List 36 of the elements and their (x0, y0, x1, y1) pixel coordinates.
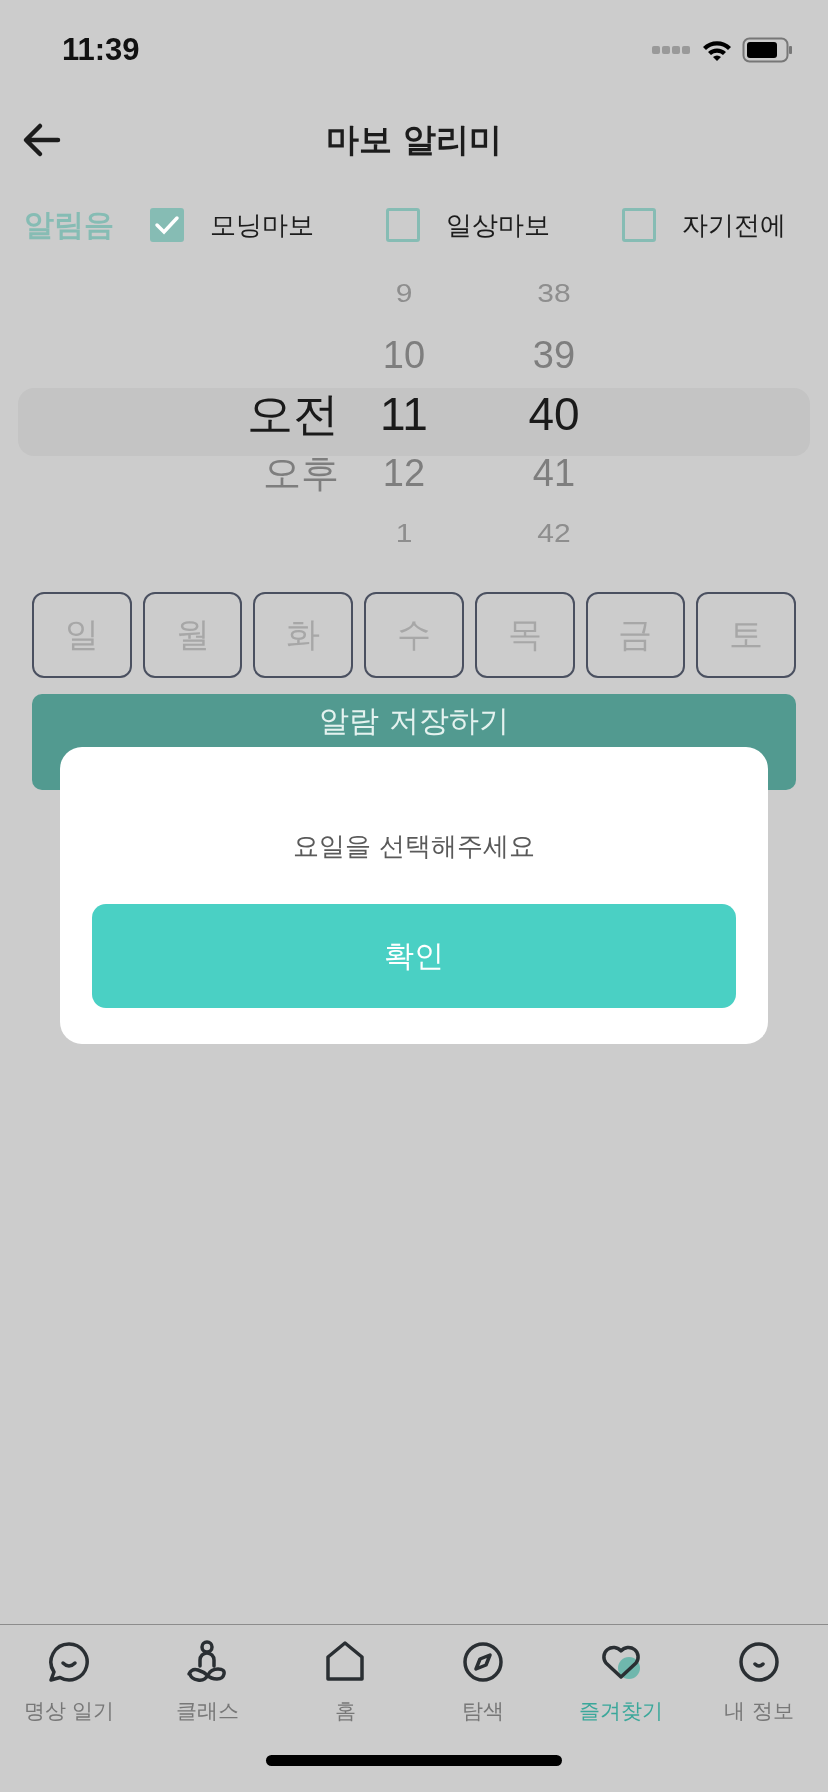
tab-item[interactable]: 즐겨찾기 (552, 1625, 690, 1735)
option-label: 자기전에 (682, 208, 786, 242)
signal-icon (652, 45, 692, 55)
picker-item[interactable]: 41 (532, 443, 576, 503)
tab-item[interactable]: 탐색 (414, 1625, 552, 1735)
picker-item[interactable]: 10 (382, 325, 426, 385)
compass-icon (460, 1639, 506, 1685)
picker-item[interactable]: 9 (395, 267, 413, 321)
option-label: 모닝마보 (210, 208, 314, 242)
picker-item[interactable]: 40 (528, 385, 580, 443)
tab-item[interactable]: 홈 (276, 1625, 414, 1735)
alarm-sound-label: 알림음 (24, 205, 114, 244)
picker-item[interactable]: 38 (537, 267, 571, 321)
tab-item[interactable]: 명상 일기 (0, 1625, 138, 1735)
picker-item[interactable]: 1 (395, 507, 413, 561)
option-label: 일상마보 (446, 208, 550, 242)
page-title: 마보 알리미 (325, 118, 503, 161)
picker-item[interactable]: 12 (382, 443, 426, 503)
dialog-message: 요일을 선택해주세요 (292, 830, 536, 863)
picker-item[interactable]: 11 (380, 385, 428, 443)
checkbox[interactable] (622, 208, 656, 242)
picker-item[interactable]: 오후 (263, 443, 339, 503)
chat-bubble-icon (46, 1639, 92, 1685)
smiley-icon (736, 1639, 782, 1685)
checkbox[interactable] (150, 208, 184, 242)
tab-item[interactable]: 클래스 (138, 1625, 276, 1735)
tab-item[interactable]: 내 정보 (690, 1625, 828, 1735)
checkbox[interactable] (386, 208, 420, 242)
picker-item[interactable]: 오전 (247, 385, 339, 443)
picker-item[interactable]: 39 (532, 325, 576, 385)
picker-item[interactable]: 42 (537, 507, 571, 561)
status-time: 11:39 (62, 32, 140, 68)
wifi-icon (702, 39, 732, 61)
confirm-button[interactable]: 확인 (92, 904, 736, 1008)
battery-icon (742, 37, 794, 63)
back-arrow-icon (22, 122, 62, 158)
